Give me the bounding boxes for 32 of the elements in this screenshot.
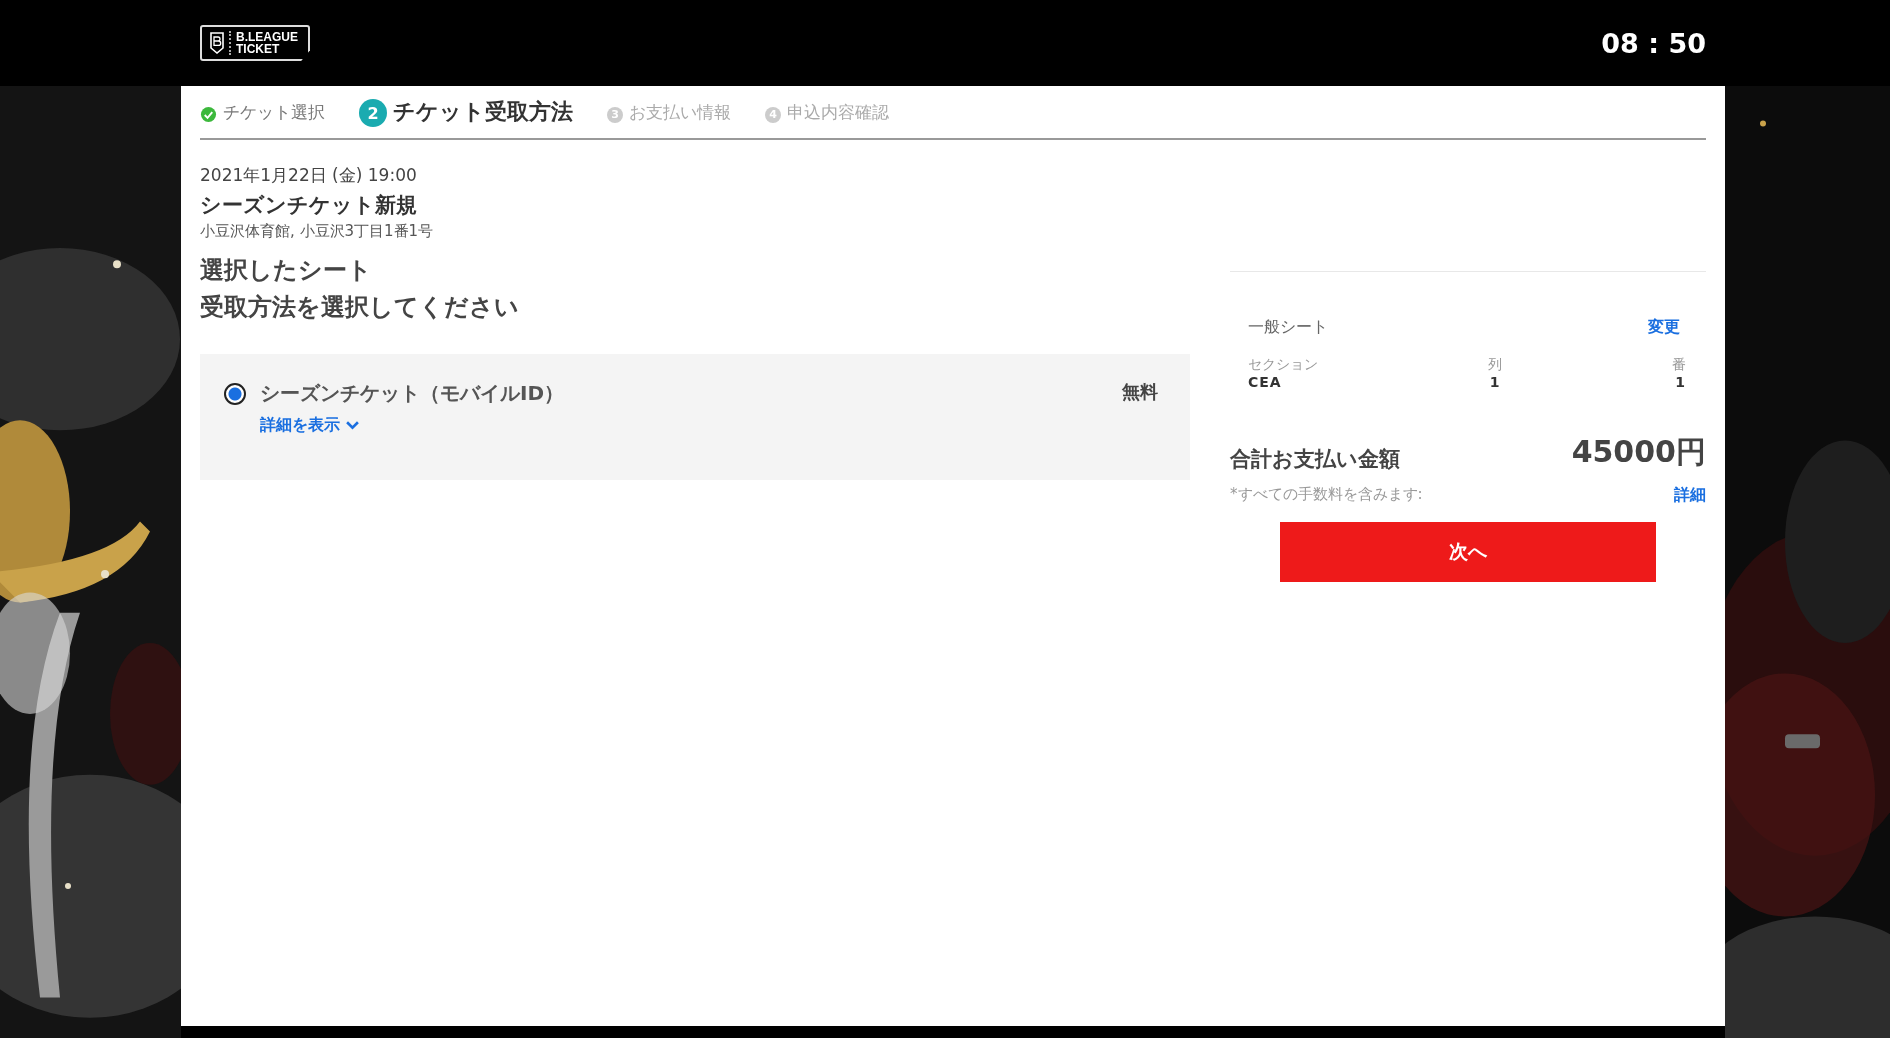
seat-value: 1 [1489,374,1501,390]
show-details-link[interactable]: 詳細を表示 [260,415,359,436]
progress-step: チケット選択 [200,100,325,124]
total-label: 合計お支払い金額 [1230,446,1400,473]
countdown-timer: 08 : 50 [1601,27,1706,59]
progress-step: 2 チケット受取方法 [359,97,573,127]
next-button[interactable]: 次へ [1280,522,1656,582]
section-heading: 受取方法を選択してください [200,292,520,322]
radio-button[interactable] [224,383,246,405]
shield-icon [210,32,224,54]
seat-label: 列 [1488,356,1502,374]
section-heading: 選択したシート [200,255,373,285]
seat-label: セクション [1248,356,1318,374]
event-title: シーズンチケット新規 [200,192,418,219]
fee-note: *すべての手数料を含みます: [1230,485,1423,505]
option-label: シーズンチケット（モバイルID） [260,380,565,407]
seat-value: 1 [1675,374,1686,390]
change-link[interactable]: 変更 [1648,317,1680,338]
option-price: 無料 [1122,380,1158,404]
step-number: 2 [359,99,387,127]
checkmark-icon [200,106,217,123]
event-venue: 小豆沢体育館, 小豆沢3丁目1番1号 [200,222,435,241]
logo-text: B.LEAGUE TICKET [236,31,298,55]
seat-label: 番 [1672,356,1686,374]
delivery-option-card[interactable]: シーズンチケット（モバイルID） 無料 詳細を表示 [200,354,1190,480]
logo[interactable]: B.LEAGUE TICKET [200,25,310,61]
seat-type: 一般シート [1248,317,1328,338]
total-amount: 45000円 [1571,433,1706,471]
seat-value: CEA [1248,374,1282,390]
details-link[interactable]: 詳細 [1674,485,1706,506]
event-date: 2021年1月22日 (金) 19:00 [200,164,418,187]
chevron-down-icon [346,421,359,430]
